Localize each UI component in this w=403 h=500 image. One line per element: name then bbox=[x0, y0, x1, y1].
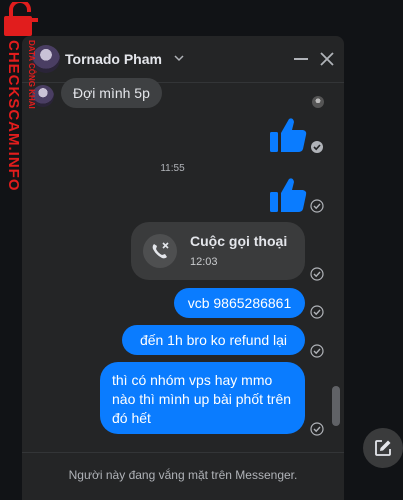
sent-check-icon bbox=[310, 422, 324, 436]
chevron-down-icon[interactable] bbox=[173, 52, 185, 64]
seen-check-icon bbox=[311, 141, 323, 153]
thumbs-up-icon[interactable] bbox=[268, 176, 308, 214]
minimize-icon[interactable] bbox=[293, 53, 309, 65]
voice-call-card[interactable]: Cuộc gọi thoại 12:03 bbox=[131, 222, 305, 280]
time-divider: 11:55 bbox=[160, 163, 185, 174]
new-message-button[interactable] bbox=[363, 428, 403, 468]
checkscam-watermark: CHECKSCAM.INFO DATA CÔNG KHAI bbox=[0, 0, 46, 200]
lock-icon bbox=[4, 2, 38, 36]
compose-icon bbox=[375, 440, 391, 456]
contact-name[interactable]: Tornado Pham bbox=[65, 51, 162, 67]
away-status-footer: Người này đang vắng mặt trên Messenger. bbox=[22, 452, 344, 500]
sent-check-icon bbox=[310, 267, 324, 281]
watermark-text: CHECKSCAM.INFO bbox=[5, 40, 22, 192]
sent-check-icon bbox=[310, 199, 324, 213]
seen-indicator-avatar bbox=[312, 96, 324, 108]
call-icon-wrap bbox=[143, 234, 177, 268]
outgoing-message[interactable]: đến 1h bro ko refund lại bbox=[122, 325, 305, 355]
close-icon[interactable] bbox=[320, 52, 334, 66]
chat-scrollbar[interactable] bbox=[332, 386, 340, 426]
sent-check-icon bbox=[310, 344, 324, 358]
call-title: Cuộc gọi thoại bbox=[190, 233, 288, 249]
messenger-chat-window: Tornado Pham Đợi mình 5p 11:55 Cuộc gọi … bbox=[22, 36, 344, 500]
missed-call-icon bbox=[152, 242, 169, 259]
chat-header: Tornado Pham bbox=[22, 36, 344, 83]
watermark-subtext: DATA CÔNG KHAI bbox=[27, 40, 36, 109]
call-time: 12:03 bbox=[190, 256, 218, 268]
outgoing-message[interactable]: vcb 9865286861 bbox=[174, 288, 305, 318]
sent-check-icon bbox=[310, 305, 324, 319]
outgoing-message[interactable]: thì có nhóm vps hay mmo nào thì mình up … bbox=[100, 362, 305, 434]
incoming-message[interactable]: Đợi mình 5p bbox=[61, 78, 162, 108]
thumbs-up-icon[interactable] bbox=[268, 116, 308, 154]
